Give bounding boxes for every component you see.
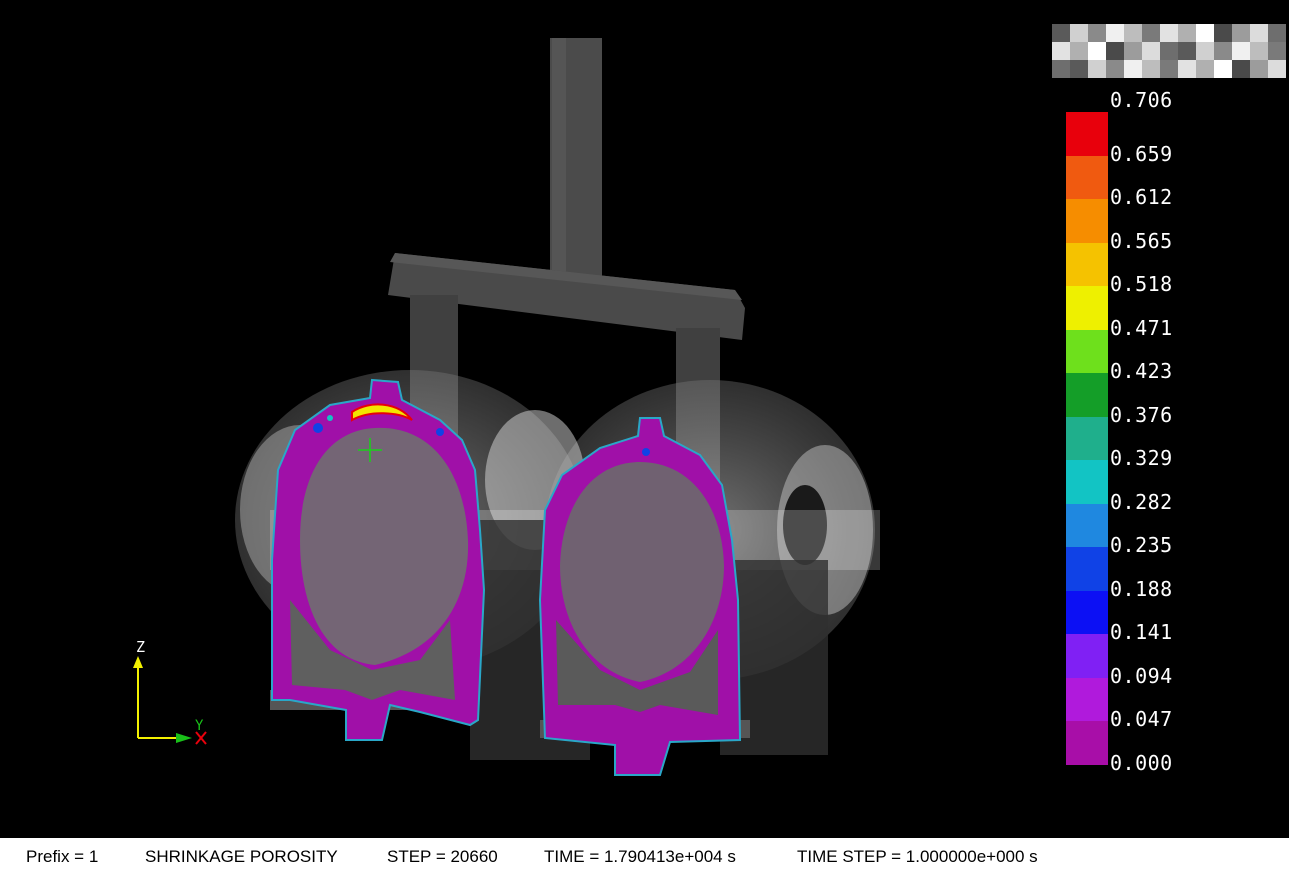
legend-swatch (1066, 286, 1108, 330)
status-time-step: TIME STEP = 1.000000e+000 s (797, 847, 1038, 866)
pixel-block (1124, 42, 1142, 60)
pixel-block (1214, 60, 1232, 78)
legend-swatch (1066, 677, 1108, 721)
legend-swatch (1066, 155, 1108, 199)
legend-value-label: 0.000 (1110, 750, 1173, 775)
casting-model-view[interactable]: Z Y (0, 0, 1060, 838)
status-bar-blank (1066, 838, 1289, 875)
pixel-block (1250, 42, 1268, 60)
legend-value-label: 0.141 (1110, 620, 1173, 644)
legend-swatch (1066, 112, 1108, 156)
pixel-block (1268, 24, 1286, 42)
legend-swatch (1066, 373, 1108, 417)
pixel-block (1214, 42, 1232, 60)
pixel-block (1106, 24, 1124, 42)
pixel-block (1232, 24, 1250, 42)
legend-max-label: 0.706 (1110, 88, 1173, 112)
pixel-block (1178, 24, 1196, 42)
pixel-block (1196, 60, 1214, 78)
pixel-block (1088, 42, 1106, 60)
pixel-block (1268, 60, 1286, 78)
legend-value-label: 0.376 (1110, 402, 1173, 427)
3d-viewport[interactable]: Z Y 0.706 0.659 0.612 0.565 0.518 0.471 0.423… (0, 0, 1289, 838)
legend-swatch (1066, 199, 1108, 243)
y-axis-label: Y (195, 718, 204, 734)
legend-swatch (1066, 460, 1108, 504)
legend-swatch (1066, 242, 1108, 286)
legend-swatch (1066, 721, 1108, 765)
legend-value-label: 0.047 (1110, 707, 1173, 731)
legend-value-label: 0.423 (1110, 359, 1173, 383)
status-prefix: Prefix = 1 (26, 847, 99, 866)
legend-value-label: 0.094 (1110, 663, 1173, 688)
legend-swatch (1066, 416, 1108, 460)
pixel-block (1088, 24, 1106, 42)
legend-swatch (1066, 590, 1108, 634)
pixel-block (1178, 42, 1196, 60)
legend-swatch (1066, 503, 1108, 547)
pixel-block (1250, 60, 1268, 78)
pixel-block (1106, 42, 1124, 60)
legend-title-pixelated (1052, 24, 1289, 82)
pixel-block (1232, 42, 1250, 60)
pixel-block (1142, 24, 1160, 42)
pixel-block (1268, 42, 1286, 60)
legend-swatch (1066, 634, 1108, 678)
pixel-block (1052, 42, 1070, 60)
pixel-block (1214, 24, 1232, 42)
status-step: STEP = 20660 (387, 847, 498, 866)
legend-value-label: 0.188 (1110, 576, 1173, 601)
legend-swatch (1066, 547, 1108, 591)
pixel-block (1052, 60, 1070, 78)
pixel-block (1124, 60, 1142, 78)
legend-value-label: 0.659 (1110, 141, 1173, 166)
pixel-block (1196, 24, 1214, 42)
pixel-block (1070, 24, 1088, 42)
legend-value-label: 0.282 (1110, 489, 1173, 514)
pixel-block (1142, 42, 1160, 60)
color-legend: 0.706 0.659 0.612 0.565 0.518 0.471 0.423 0.37… (1064, 88, 1204, 775)
status-time: TIME = 1.790413e+004 s (544, 847, 736, 866)
legend-value-label: 0.235 (1110, 533, 1173, 557)
pixel-block (1232, 60, 1250, 78)
legend-value-label: 0.612 (1110, 185, 1173, 209)
legend-swatch (1066, 329, 1108, 373)
z-axis-label: Z (136, 638, 145, 656)
pixel-block (1160, 60, 1178, 78)
pixel-block (1160, 24, 1178, 42)
pixel-block (1088, 60, 1106, 78)
pixel-block (1160, 42, 1178, 60)
legend-value-label: 0.329 (1110, 446, 1173, 470)
pixel-block (1250, 24, 1268, 42)
legend-value-label: 0.471 (1110, 315, 1173, 340)
pixel-block (1106, 60, 1124, 78)
pixel-block (1124, 24, 1142, 42)
left-casting-section (271, 378, 486, 741)
pixel-block (1142, 60, 1160, 78)
pixel-block (1052, 24, 1070, 42)
legend-value-label: 0.518 (1110, 272, 1173, 296)
axis-triad: Z Y (133, 638, 207, 745)
pixel-block (1196, 42, 1214, 60)
right-casting-section (538, 417, 742, 776)
pixel-block (1070, 42, 1088, 60)
pixel-block (1070, 60, 1088, 78)
pixel-block (1178, 60, 1196, 78)
status-result-type: SHRINKAGE POROSITY (145, 847, 338, 866)
legend-value-label: 0.565 (1110, 228, 1173, 253)
